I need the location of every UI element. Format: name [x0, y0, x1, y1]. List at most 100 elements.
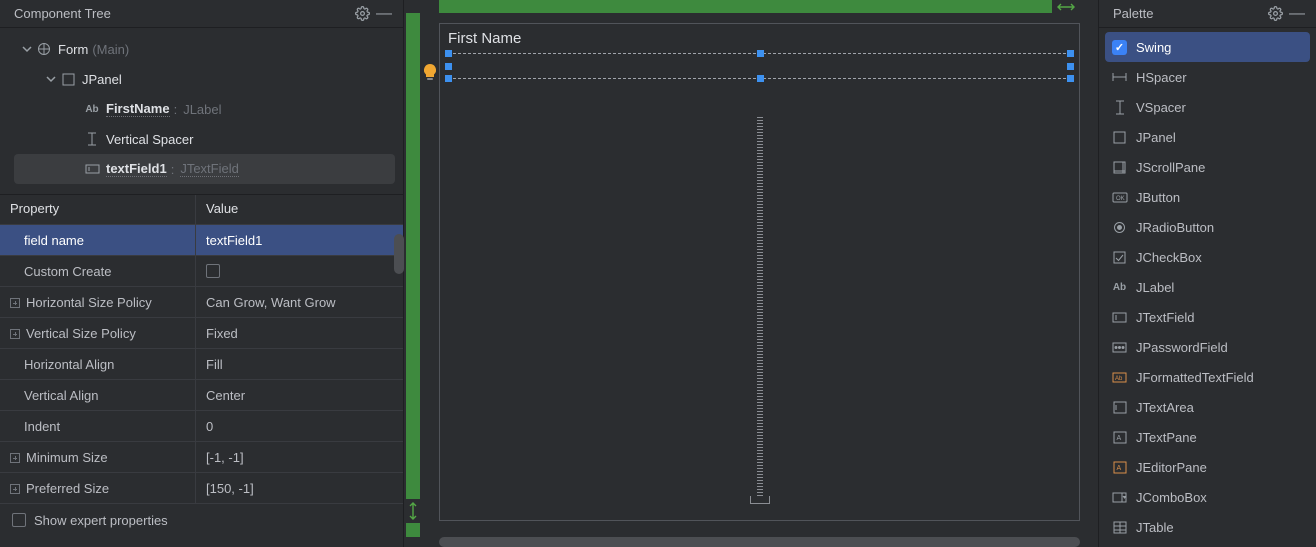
expand-icon[interactable] [10, 453, 20, 463]
label-icon: Ab [1111, 279, 1128, 296]
selection-handle[interactable] [445, 63, 452, 70]
tree-node-jpanel[interactable]: JPanel [4, 64, 399, 94]
palette-title: Palette [1113, 6, 1264, 21]
palette-header: Palette — [1099, 0, 1316, 28]
palette-item-label: JPanel [1136, 130, 1176, 145]
property-row[interactable]: field name textField1 [0, 225, 403, 256]
label-icon: Ab [84, 101, 100, 117]
palette-item-label: JTable [1136, 520, 1174, 535]
palette-item-jlabel[interactable]: AbJLabel [1105, 272, 1310, 302]
palette-item-jbutton[interactable]: OKJButton [1105, 182, 1310, 212]
horizontal-ruler[interactable] [439, 0, 1080, 13]
minimize-icon[interactable]: — [1286, 3, 1308, 25]
scroll-icon [1111, 159, 1128, 176]
resize-horizontal-icon[interactable] [1052, 0, 1080, 13]
palette-item-hspacer[interactable]: HSpacer [1105, 62, 1310, 92]
tree-node-firstname[interactable]: Ab FirstName : JLabel [4, 94, 399, 124]
selection-handle[interactable] [1067, 75, 1074, 82]
palette-item-jeditorpane[interactable]: AJEditorPane [1105, 452, 1310, 482]
textfield-icon [1111, 309, 1128, 326]
property-row[interactable]: Preferred Size[150, -1] [0, 473, 403, 504]
show-expert-properties[interactable]: Show expert properties [0, 504, 403, 536]
palette-item-jtextpane[interactable]: AJTextPane [1105, 422, 1310, 452]
property-row[interactable]: Horizontal Align Fill [0, 349, 403, 380]
palette-item-jcheckbox[interactable]: JCheckBox [1105, 242, 1310, 272]
checkbox-icon[interactable] [206, 264, 220, 278]
property-value[interactable]: Can Grow, Want Grow [196, 287, 403, 317]
vertical-ruler[interactable] [404, 13, 439, 537]
palette-item-jtextfield[interactable]: JTextField [1105, 302, 1310, 332]
vertical-spacer-preview[interactable] [757, 116, 763, 496]
selection-handle[interactable] [1067, 63, 1074, 70]
palette-item-vspacer[interactable]: VSpacer [1105, 92, 1310, 122]
minimize-icon[interactable]: — [373, 3, 395, 25]
palette-item-jscrollpane[interactable]: JScrollPane [1105, 152, 1310, 182]
form-preview[interactable]: First Name [439, 23, 1080, 521]
palette-item-jpanel[interactable]: JPanel [1105, 122, 1310, 152]
property-value[interactable]: Center [196, 380, 403, 410]
palette-item-label: JTextArea [1136, 400, 1194, 415]
checkbox-icon[interactable] [12, 513, 26, 527]
resize-vertical-icon[interactable] [406, 499, 420, 523]
palette-item-label: JEditorPane [1136, 460, 1207, 475]
property-value[interactable]: textField1 [196, 225, 403, 255]
palette-item-label: JRadioButton [1136, 220, 1214, 235]
property-row[interactable]: Vertical Align Center [0, 380, 403, 411]
password-icon [1111, 339, 1128, 356]
selection-handle[interactable] [445, 50, 452, 57]
design-canvas[interactable]: First Name [439, 13, 1098, 537]
first-name-label: First Name [448, 30, 1071, 47]
property-name: Minimum Size [26, 450, 108, 465]
property-row[interactable]: Custom Create [0, 256, 403, 287]
property-value[interactable]: [150, -1] [196, 473, 403, 503]
tree-label: JPanel [82, 72, 122, 87]
property-value[interactable]: Fill [196, 349, 403, 379]
property-row[interactable]: Horizontal Size PolicyCan Grow, Want Gro… [0, 287, 403, 318]
scrollbar-thumb[interactable] [439, 537, 1080, 547]
property-name: Horizontal Align [24, 357, 114, 372]
property-value[interactable]: 0 [196, 411, 403, 441]
property-value[interactable]: [-1, -1] [196, 442, 403, 472]
property-value[interactable] [196, 256, 403, 286]
check-icon: ✓ [1111, 39, 1128, 56]
property-header-name: Property [0, 195, 196, 224]
selection-handle[interactable] [757, 50, 764, 57]
palette-item-jpasswordfield[interactable]: JPasswordField [1105, 332, 1310, 362]
lightbulb-icon[interactable] [422, 63, 440, 81]
palette-panel: Palette — ✓SwingHSpacerVSpacer JPanel JScr… [1098, 0, 1316, 547]
property-name: field name [24, 233, 84, 248]
scrollbar-thumb[interactable] [394, 234, 404, 274]
selection-handle[interactable] [445, 75, 452, 82]
tree-label: textField1 [106, 161, 167, 177]
selection-handle[interactable] [1067, 50, 1074, 57]
horizontal-scrollbar[interactable] [439, 537, 1080, 547]
palette-item-jcombobox[interactable]: JComboBox [1105, 482, 1310, 512]
palette-item-swing[interactable]: ✓Swing [1105, 32, 1310, 62]
expand-icon[interactable] [10, 298, 20, 308]
tree-node-form[interactable]: Form (Main) [4, 34, 399, 64]
tree-type: (Main) [92, 42, 129, 57]
expand-icon[interactable] [10, 329, 20, 339]
vspacer-icon [84, 131, 100, 147]
gear-icon[interactable] [1264, 3, 1286, 25]
textfield-selection[interactable] [448, 53, 1071, 79]
gear-icon[interactable] [351, 3, 373, 25]
property-name: Custom Create [24, 264, 111, 279]
selection-handle[interactable] [757, 75, 764, 82]
palette-item-jformattedtextfield[interactable]: AbJFormattedTextField [1105, 362, 1310, 392]
palette-item-label: JComboBox [1136, 490, 1207, 505]
palette-item-jtable[interactable]: JTable [1105, 512, 1310, 542]
expand-icon[interactable] [10, 484, 20, 494]
component-tree-panel: Component Tree — Form (Main) JPanel Ab F… [0, 0, 404, 547]
palette-item-jtextarea[interactable]: JTextArea [1105, 392, 1310, 422]
property-row[interactable]: Minimum Size [-1, -1] [0, 442, 403, 473]
property-name: Vertical Align [24, 388, 98, 403]
tree-node-vspacer[interactable]: Vertical Spacer [4, 124, 399, 154]
property-row[interactable]: Indent 0 [0, 411, 403, 442]
property-name: Indent [24, 419, 60, 434]
tree-label: Form [58, 42, 88, 57]
palette-item-jradiobutton[interactable]: JRadioButton [1105, 212, 1310, 242]
tree-node-textfield1[interactable]: textField1 : JTextField [14, 154, 395, 184]
property-row[interactable]: Vertical Size PolicyFixed [0, 318, 403, 349]
property-value[interactable]: Fixed [196, 318, 403, 348]
